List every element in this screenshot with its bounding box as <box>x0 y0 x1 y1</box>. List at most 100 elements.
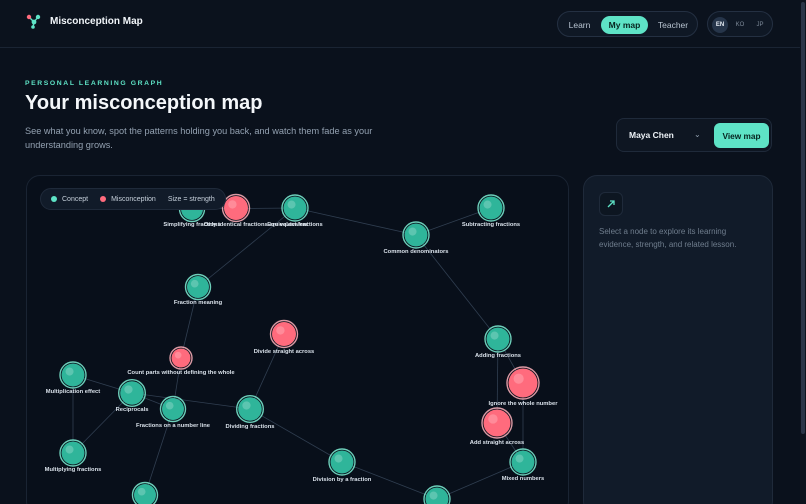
node-label: Fractions on a number line <box>136 423 211 429</box>
legend-misconception: Misconception <box>100 196 156 203</box>
node-highlight <box>65 445 74 454</box>
legend-size: Size = strength <box>167 195 215 203</box>
node-label: Adding fractions <box>475 353 521 359</box>
node-label: Count parts without defining the whole <box>127 370 235 376</box>
node-circle <box>404 223 428 247</box>
page-subtitle: See what you know, spot the patterns hol… <box>25 126 373 150</box>
node-highlight <box>137 487 146 496</box>
graph-edge <box>249 333 285 410</box>
page-title: Your misconception map <box>25 92 263 114</box>
node-circle <box>483 409 511 437</box>
node-label: Add straight across <box>470 440 524 446</box>
graph-node-dividing[interactable]: Dividing fractions <box>226 394 275 430</box>
graph-node-ignore-whole[interactable]: Ignore the whole number <box>489 366 559 407</box>
node-highlight <box>483 200 492 209</box>
node-highlight <box>513 373 524 384</box>
lang-ko[interactable]: KO <box>732 17 748 33</box>
node-circle <box>187 276 209 298</box>
brand-title: Misconception Map <box>50 16 143 27</box>
graph-logo-icon <box>26 14 41 29</box>
graph-node-mixed[interactable]: Mixed numbers <box>502 448 545 482</box>
misconception-dot-icon <box>100 196 107 202</box>
detail-placeholder: Select a node to explore its learning ev… <box>599 227 737 249</box>
node-highlight <box>276 326 285 335</box>
chevron-down-icon: ⌄ <box>694 130 701 139</box>
node-label: Multiplication effect <box>46 389 100 395</box>
graph-node-multiplying[interactable]: Multiplying fractions <box>45 439 102 473</box>
node-circle <box>162 398 184 420</box>
legend-concept-label: Concept <box>62 195 89 203</box>
view-map-button[interactable]: View map <box>714 123 769 148</box>
node-circle <box>508 368 538 398</box>
node-circle <box>134 484 156 504</box>
graph-node-meaning[interactable]: Fraction meaning <box>174 273 223 307</box>
graph-node-equivalent[interactable]: Equivalent fractions <box>267 194 323 228</box>
node-label: Mixed numbers <box>502 476 545 482</box>
node-circle <box>479 196 503 220</box>
graph-node-add-across[interactable]: Add straight across <box>470 407 524 446</box>
node-circle <box>511 450 535 474</box>
node-label: Divide straight across <box>254 349 315 355</box>
node-highlight <box>190 279 199 288</box>
node-highlight <box>228 200 237 209</box>
node-circle <box>224 196 248 220</box>
node-detail-panel: Select a node to explore its learning ev… <box>583 175 773 504</box>
lang-jp[interactable]: JP <box>752 17 768 33</box>
graph-node-mult-effect[interactable]: Multiplication effect <box>46 361 100 395</box>
lang-en[interactable]: EN <box>712 17 728 33</box>
node-circle <box>283 196 307 220</box>
student-select-value: Maya Chen <box>629 130 674 140</box>
node-circle <box>120 381 144 405</box>
node-label: Multiplying fractions <box>45 467 102 473</box>
graph-legend: Concept Misconception Size = strength <box>40 188 226 210</box>
node-label: Ignore the whole number <box>489 401 559 407</box>
node-label: Division by a fraction <box>313 477 372 483</box>
graph-node-adding[interactable]: Adding fractions <box>475 325 521 359</box>
graph-node-bottom-a[interactable] <box>131 481 159 504</box>
node-label: Common denominators <box>383 249 448 255</box>
node-highlight <box>408 227 417 236</box>
nav-my-map[interactable]: My map <box>601 16 648 34</box>
node-label: Equivalent fractions <box>267 222 322 228</box>
graph-node-divide-across[interactable]: Divide straight across <box>254 319 315 356</box>
graph-edge <box>144 408 174 496</box>
eyebrow: PERSONAL LEARNING GRAPH <box>25 80 164 87</box>
language-switcher: EN KO JP <box>707 11 773 37</box>
legend-concept: Concept <box>51 196 88 203</box>
node-highlight <box>515 454 524 463</box>
node-circle <box>330 450 354 474</box>
node-circle <box>61 441 85 465</box>
brand[interactable]: Misconception Map <box>26 14 143 29</box>
node-highlight <box>334 454 343 463</box>
main-nav: Learn My map Teacher <box>557 11 698 37</box>
graph-panel: Simplifying fractions Only identical frac… <box>26 175 569 504</box>
node-highlight <box>490 331 499 340</box>
node-circle <box>486 327 510 351</box>
node-label: Reciprocals <box>116 407 149 413</box>
node-highlight <box>488 414 498 424</box>
node-circle <box>61 363 85 387</box>
node-highlight <box>65 367 74 376</box>
nav-learn[interactable]: Learn <box>562 16 597 34</box>
graph-node-subtracting[interactable]: Subtracting fractions <box>462 194 520 228</box>
arrow-up-right-icon <box>599 192 623 216</box>
graph-edge <box>249 408 343 463</box>
graph-edge <box>131 392 251 410</box>
node-label: Subtracting fractions <box>462 222 520 228</box>
page-scrollbar-thumb[interactable] <box>801 2 805 434</box>
graph-node-bottom-b[interactable] <box>423 485 451 504</box>
node-label: Fraction meaning <box>174 300 223 306</box>
node-highlight <box>242 401 251 410</box>
graph-node-div-by-fraction[interactable]: Division by a fraction <box>313 448 372 483</box>
node-highlight <box>287 200 296 209</box>
app-header: Misconception Map Learn My map Teacher E… <box>0 0 806 48</box>
concept-dot-icon <box>51 196 57 202</box>
misconception-graph[interactable]: Simplifying fractionsOnly identical frac… <box>27 176 569 504</box>
nav-teacher[interactable]: Teacher <box>651 16 695 34</box>
node-circle <box>238 397 262 421</box>
graph-node-count-parts[interactable]: Count parts without defining the whole <box>127 346 235 376</box>
node-highlight <box>429 491 438 500</box>
graph-node-reciprocals[interactable]: Reciprocals <box>116 378 149 413</box>
node-highlight <box>124 385 133 394</box>
node-circle <box>171 348 191 368</box>
